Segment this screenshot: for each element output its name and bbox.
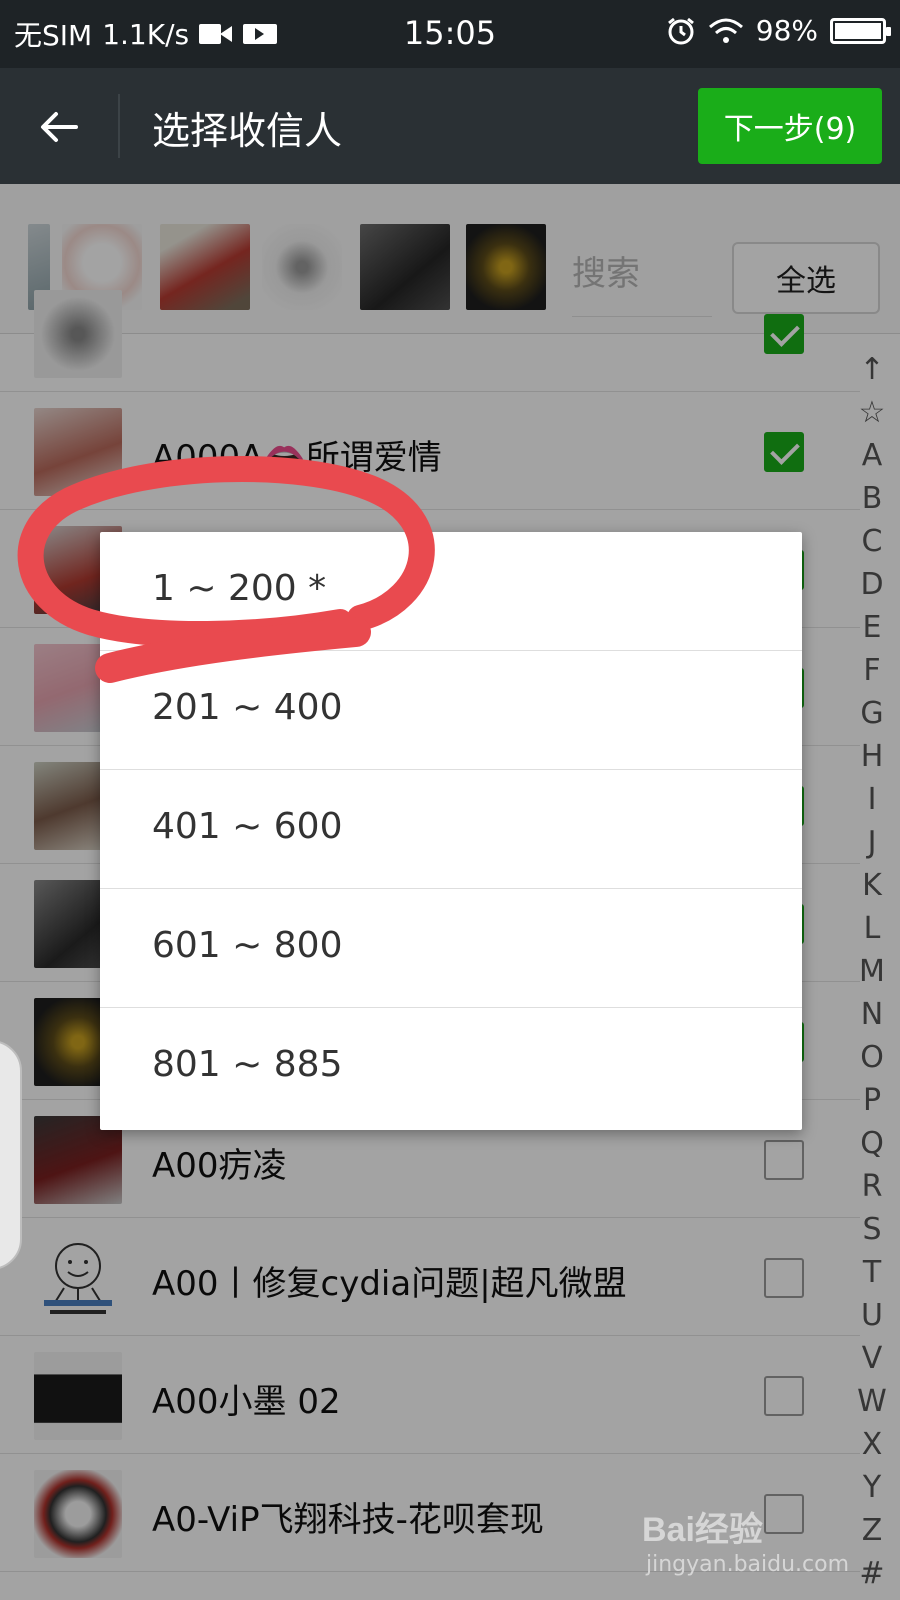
edge-floating-handle[interactable]	[0, 1040, 22, 1270]
baidu-jingyan-watermark: Bai经验 jingyan.baidu.com	[642, 1502, 872, 1582]
watermark-logo: Bai经验	[642, 1511, 763, 1549]
watermark-url: jingyan.baidu.com	[646, 1552, 850, 1577]
red-annotation-circle	[17, 455, 435, 683]
